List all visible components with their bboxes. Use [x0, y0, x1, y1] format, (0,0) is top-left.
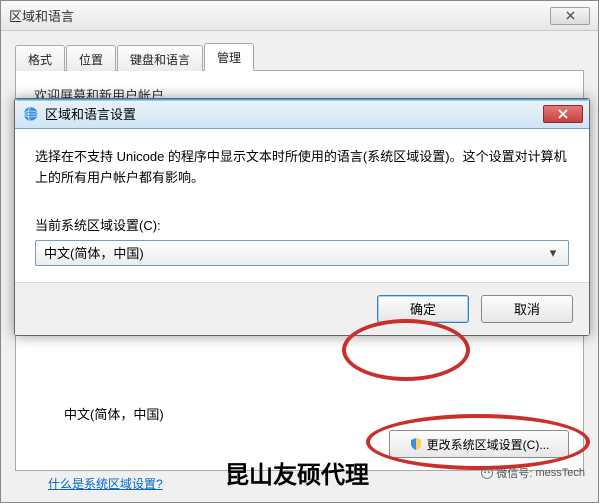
tab-keyboard-language[interactable]: 键盘和语言 — [117, 45, 203, 71]
parent-titlebar[interactable]: 区域和语言 — [1, 1, 598, 31]
watermark-small: 微信号: messTech — [481, 465, 585, 481]
ok-button-label: 确定 — [410, 299, 436, 318]
tab-location[interactable]: 位置 — [66, 45, 116, 71]
wechat-icon — [481, 467, 493, 479]
shield-icon — [409, 437, 423, 451]
what-is-system-locale-link[interactable]: 什么是系统区域设置? — [48, 475, 163, 492]
tab-admin[interactable]: 管理 — [204, 43, 254, 71]
current-locale-field-label: 当前系统区域设置(C): — [35, 215, 569, 234]
ok-button[interactable]: 确定 — [377, 295, 469, 323]
globe-icon — [23, 106, 39, 122]
close-icon — [558, 109, 568, 119]
parent-window-title: 区域和语言 — [9, 6, 74, 25]
chevron-down-icon: ▾ — [544, 245, 562, 261]
watermark-large: 昆山友硕代理 — [225, 455, 369, 490]
current-locale-label: 中文(简体，中国) — [64, 404, 565, 423]
change-system-locale-label: 更改系统区域设置(C)... — [427, 436, 550, 453]
cancel-button-label: 取消 — [514, 299, 540, 318]
system-locale-selected-value: 中文(简体，中国) — [44, 243, 144, 262]
dialog-title: 区域和语言设置 — [45, 104, 136, 123]
dialog-titlebar[interactable]: 区域和语言设置 — [15, 99, 589, 129]
dialog-close-button[interactable] — [543, 105, 583, 123]
close-icon — [566, 11, 575, 20]
parent-close-button[interactable] — [550, 7, 590, 25]
watermark-id: messTech — [535, 467, 585, 479]
watermark-prefix: 微信号: — [496, 465, 532, 481]
change-system-locale-button[interactable]: 更改系统区域设置(C)... — [389, 430, 569, 458]
dialog-button-row: 确定 取消 — [15, 282, 589, 335]
region-language-settings-dialog: 区域和语言设置 选择在不支持 Unicode 的程序中显示文本时所使用的语言(系… — [14, 98, 590, 336]
system-locale-select[interactable]: 中文(简体，中国) ▾ — [35, 240, 569, 266]
tab-format[interactable]: 格式 — [15, 45, 65, 71]
dialog-body: 选择在不支持 Unicode 的程序中显示文本时所使用的语言(系统区域设置)。这… — [15, 129, 589, 282]
tab-strip: 格式 位置 键盘和语言 管理 — [15, 43, 584, 71]
dialog-description: 选择在不支持 Unicode 的程序中显示文本时所使用的语言(系统区域设置)。这… — [35, 147, 569, 189]
cancel-button[interactable]: 取消 — [481, 295, 573, 323]
